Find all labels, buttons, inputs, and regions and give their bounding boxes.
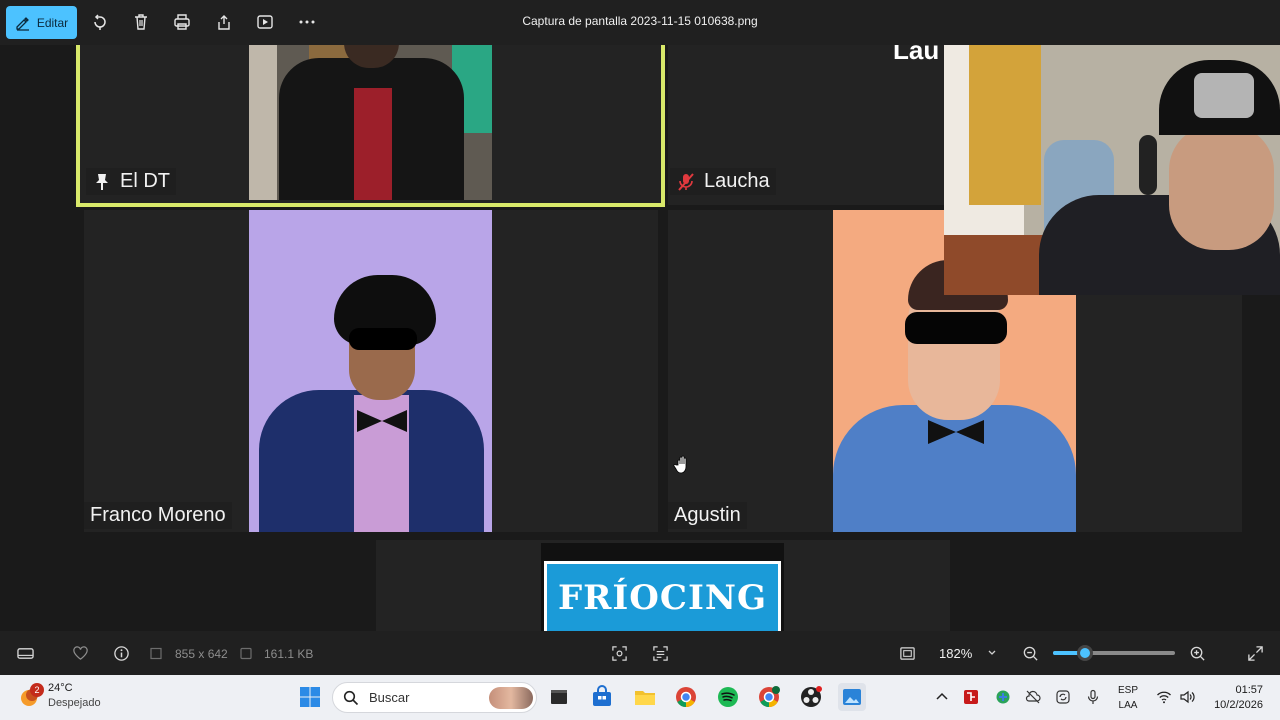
language-code: ESP <box>1117 685 1138 696</box>
print-icon[interactable] <box>172 12 192 32</box>
search-icon <box>343 690 359 705</box>
store-icon[interactable] <box>589 684 615 710</box>
obs-icon[interactable] <box>798 684 824 710</box>
info-icon[interactable] <box>112 644 130 662</box>
muted-mic-icon <box>678 172 694 191</box>
participant-label: Agustin <box>668 502 747 529</box>
screen-share-tile: FRÍOCING <box>376 540 950 631</box>
filmstrip-icon[interactable] <box>16 644 34 662</box>
edit-icon <box>16 16 29 31</box>
chevron-down-icon <box>988 650 996 655</box>
dimensions-icon <box>150 644 162 662</box>
zoom-slider-thumb[interactable] <box>1076 645 1093 661</box>
search-highlight-image <box>489 686 533 709</box>
keyboard-layout: LAA <box>1118 700 1138 711</box>
rotate-icon[interactable] <box>90 12 110 32</box>
tray-app-red-icon[interactable] <box>962 688 980 706</box>
image-dimensions: 855 x 642 <box>175 647 228 661</box>
tray-sync-icon[interactable] <box>1054 688 1072 706</box>
weather-icon: 2 <box>18 683 44 707</box>
edit-button[interactable]: Editar <box>6 6 77 39</box>
photos-status-bar: 855 x 642 161.1 KB 182% <box>0 631 1280 675</box>
chrome-profile-icon[interactable] <box>756 684 782 710</box>
slideshow-icon[interactable] <box>255 12 275 32</box>
chevron-up-icon[interactable] <box>933 688 951 706</box>
participant-name: Agustin <box>674 504 741 526</box>
participant-tile-franco-moreno: Franco Moreno <box>84 210 658 532</box>
spotify-icon[interactable] <box>715 684 741 710</box>
hand-cursor-icon <box>673 455 687 474</box>
wifi-icon[interactable] <box>1155 688 1173 706</box>
weather-temp: 24°C <box>48 682 73 694</box>
participant-name: Laucha <box>704 170 770 192</box>
windows-taskbar: 2 24°C Despejado Buscar ESP LAA 01:57 10… <box>0 675 1280 720</box>
zoom-in-icon[interactable] <box>1188 644 1206 662</box>
volume-icon[interactable] <box>1178 688 1196 706</box>
fit-to-window-icon[interactable] <box>898 644 916 662</box>
participant-label: Franco Moreno <box>84 502 232 529</box>
delete-icon[interactable] <box>131 12 151 32</box>
tray-cloud-off-icon[interactable] <box>1024 688 1042 706</box>
taskbar-search[interactable]: Buscar <box>332 682 537 713</box>
zoom-level-dropdown[interactable]: 182% <box>929 639 1007 667</box>
edit-label: Editar <box>36 15 69 30</box>
tray-security-icon[interactable] <box>994 688 1012 706</box>
chrome-icon[interactable] <box>673 684 699 710</box>
microphone-icon[interactable] <box>1084 688 1102 706</box>
system-clock[interactable]: 01:57 10/2/2026 <box>1205 683 1263 713</box>
file-size: 161.1 KB <box>264 647 314 661</box>
participant-label: Laucha <box>670 168 776 195</box>
active-speaker-border <box>76 45 665 207</box>
share-icon[interactable] <box>214 12 234 32</box>
weather-widget[interactable]: 2 24°C Despejado <box>18 681 101 711</box>
photos-toolbar: Editar Captura de pantalla 2023-11-15 01… <box>0 0 1280 45</box>
language-indicator[interactable]: ESP LAA <box>1115 683 1141 713</box>
participant-name: Franco Moreno <box>90 504 226 526</box>
partial-name-text: Lau <box>893 45 940 65</box>
start-button[interactable] <box>297 684 323 710</box>
file-title: Captura de pantalla 2023-11-15 010638.pn… <box>522 14 758 28</box>
participant-video <box>249 210 492 532</box>
favorite-icon[interactable] <box>71 644 89 662</box>
zoom-out-icon[interactable] <box>1021 644 1039 662</box>
text-scan-icon[interactable] <box>651 644 669 662</box>
notification-badge: 2 <box>30 683 44 697</box>
task-view-icon[interactable] <box>546 684 572 710</box>
fullscreen-icon[interactable] <box>1246 644 1264 662</box>
file-explorer-icon[interactable] <box>632 684 658 710</box>
photos-app-icon[interactable] <box>838 683 866 711</box>
search-placeholder: Buscar <box>369 690 410 705</box>
zoom-level: 182% <box>939 645 973 661</box>
image-canvas[interactable]: El DT Laucha Lau Franco Moreno Agustin F… <box>0 45 1280 631</box>
webcam-overlay <box>944 45 1280 295</box>
clock-time: 01:57 <box>1235 684 1263 696</box>
clock-date: 10/2/2026 <box>1214 699 1263 711</box>
share-banner-text: FRÍOCING <box>558 578 767 618</box>
participant-tile-laucha: Laucha <box>668 45 944 205</box>
visual-search-icon[interactable] <box>610 644 628 662</box>
more-icon[interactable] <box>297 12 317 32</box>
photos-app-window: Editar Captura de pantalla 2023-11-15 01… <box>0 0 1280 720</box>
screen-share-video: FRÍOCING <box>541 543 784 631</box>
zoom-slider[interactable] <box>1053 645 1175 661</box>
file-size-icon <box>240 644 252 662</box>
weather-desc: Despejado <box>48 697 101 709</box>
